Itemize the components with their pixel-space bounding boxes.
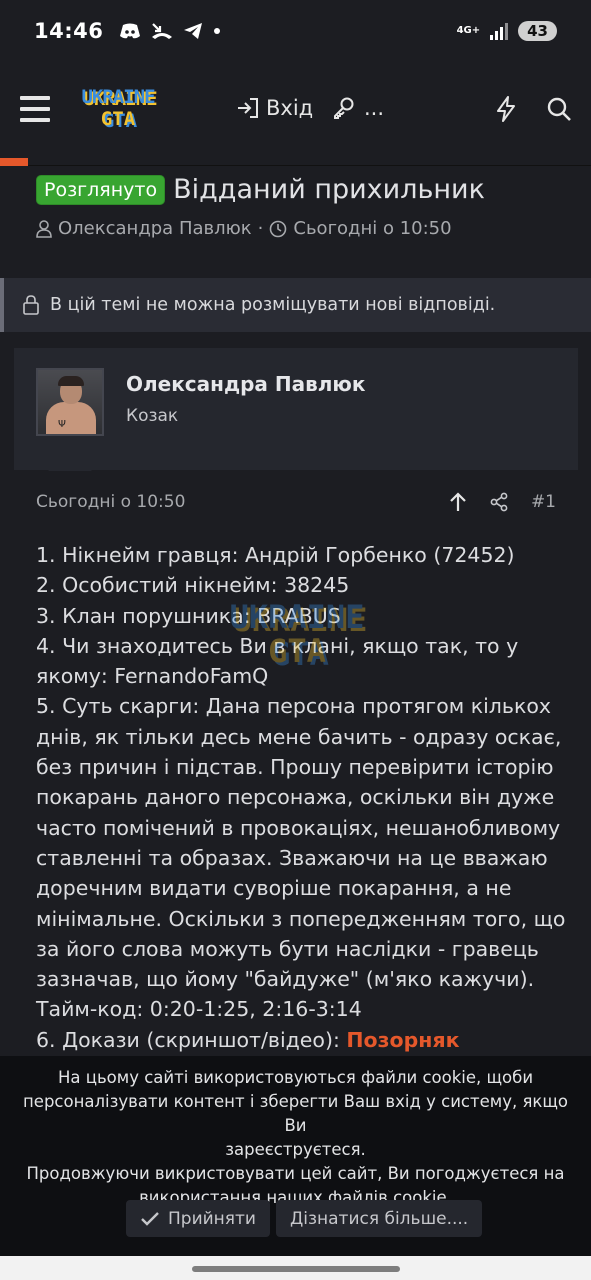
thread-meta: Олександра Павлюк · Сьогодні о 10:50 [36,218,452,239]
notification-icons [119,22,221,40]
post-line: часто помічений в провокаціях, нешанобли… [36,815,561,840]
post-line: 3. Клан порушника: BRABUS [36,603,341,628]
post-user-block: Ψ Олександра Павлюк Козак [14,348,578,470]
evidence-link[interactable]: Позорняк [346,1028,459,1052]
missed-call-icon [152,23,173,39]
page-title: Відданий прихильник [173,174,485,205]
post-line: доречним видати суворіше покарання, а не [36,876,512,901]
key-icon [334,97,354,119]
post-date[interactable]: Сьогодні о 10:50 [36,492,185,512]
post-line: якому: FernandoFamQ [36,664,269,689]
thread-author[interactable]: Олександра Павлюк [58,218,252,239]
post-author-name[interactable]: Олександра Павлюк [126,372,365,396]
avatar[interactable]: Ψ [36,368,104,436]
check-icon [141,1211,159,1226]
telegram-icon [184,23,203,39]
menu-icon[interactable] [20,96,50,122]
post-actions: #1 [449,492,556,512]
cookie-notice: На цьому сайті використовуються файли co… [0,1056,591,1256]
register-label: ... [364,96,385,120]
status-bar: 14:46 4G+ 43 [0,0,591,62]
signal-icon [490,22,509,40]
locked-notice: В цій темі не можна розміщувати нові від… [0,278,591,332]
accept-cookies-button[interactable]: Прийняти [126,1200,270,1237]
site-logo[interactable]: UKRAINE GTA [74,86,162,134]
login-label: Вхід [266,96,314,120]
dot-icon [214,28,221,34]
post-line: 2. Особистий нікнейм: 38245 [36,573,350,598]
status-badge[interactable]: Розглянуто [36,174,166,205]
post-body: 1. Нікнейм гравця: Андрій Горбенко (7245… [36,540,566,1055]
post-line: днів, як тільки десь мене бачить - одраз… [36,724,562,749]
status-right: 4G+ 43 [457,21,557,41]
discord-icon [120,23,141,39]
login-button[interactable]: Вхід [236,96,313,120]
trident-icon: Ψ [58,419,66,430]
post-line: ставленні та образах. Зважаючи на це вва… [36,845,548,870]
post-meta: Сьогодні о 10:50 #1 [36,492,556,516]
lock-icon [23,295,39,315]
post-line: 5. Суть скарги: Дана персона протягом кі… [36,694,552,719]
cookie-text: На цьому сайті використовуються файли co… [23,1068,568,1207]
whats-new-icon[interactable] [494,96,518,122]
home-gesture-bar[interactable] [192,1266,400,1272]
register-button[interactable]: ... [332,96,384,120]
share-icon[interactable] [489,492,509,512]
post-line: зазначав, що йому "байдуже" (м'яко кажуч… [36,967,535,992]
post-line: мінімальне. Оскільки з попередженням тог… [36,906,566,931]
post-line: 1. Нікнейм гравця: Андрій Горбенко (7245… [36,543,515,567]
post-line: 4. Чи знаходитесь Ви в клані, якщо так, … [36,633,519,658]
post-line: покарань даного персонажа, оскільки він … [36,785,555,810]
user-block-pointer [48,451,92,471]
network-type: 4G+ [456,25,481,36]
learn-more-button[interactable]: Дізнатися більше.... [275,1200,483,1237]
login-icon [238,98,258,118]
post-line: без причин і підстав. Прошу перевірити і… [36,755,554,780]
battery-indicator: 43 [518,21,557,41]
post-author-title: Козак [126,406,179,426]
post-line-evidence: 6. Докази (скриншот/відео): Позорняк [36,1027,460,1052]
cookie-buttons: Прийняти Дізнатися більше.... [126,1200,483,1237]
arrow-up-icon[interactable] [449,492,467,512]
meta-separator: · [257,218,264,239]
progress-accent [0,158,28,166]
locked-text: В цій темі не можна розміщувати нові від… [50,295,496,315]
post-line: за його слова можуть бути наслідки - гра… [36,936,539,961]
site-header: UKRAINE GTA Вхід ... [0,62,591,166]
post-number[interactable]: #1 [531,492,556,512]
clock-icon [270,220,287,237]
title-row: Розглянуто Відданий прихильник [36,174,485,205]
search-icon[interactable] [546,96,572,122]
post-line: Тайм-код: 0:20-1:25, 2:16-3:14 [36,997,362,1022]
user-icon [36,219,52,238]
status-time: 14:46 [34,19,104,43]
thread-header: Розглянуто Відданий прихильник Олександр… [0,166,591,266]
thread-date[interactable]: Сьогодні о 10:50 [293,218,451,239]
